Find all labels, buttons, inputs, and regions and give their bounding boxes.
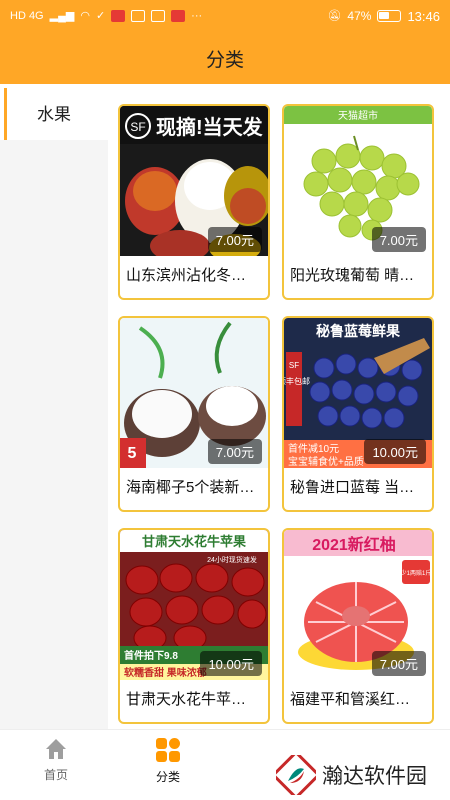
battery-icon <box>377 10 402 22</box>
page-title: 分类 <box>205 49 244 71</box>
product-grid: SF 现摘!当天发 7.00元 山东滨州沾化冬… 天猫超市 7.00元 阳光玫瑰… <box>108 84 450 729</box>
category-grid-icon <box>156 738 180 762</box>
product-title: 福建平和管溪红… <box>290 691 411 708</box>
home-icon <box>46 739 66 759</box>
product-card[interactable]: 天猫超市 7.00元 阳光玫瑰葡萄 晴… <box>282 104 434 300</box>
product-title: 甘肃天水花牛苹… <box>126 691 247 708</box>
image-banner-text: 2021新红柚 <box>312 535 396 554</box>
product-card[interactable]: SF 现摘!当天发 7.00元 山东滨州沾化冬… <box>118 104 270 300</box>
product-image: 天猫超市 7.00元 <box>284 106 432 256</box>
category-sidebar: 水果 <box>0 84 108 729</box>
guarantee-badge: 少1两赔1斤 <box>401 569 432 577</box>
product-title: 阳光玫瑰葡萄 晴… <box>290 267 415 284</box>
app-notification-icon <box>171 10 186 22</box>
app-notification-icon <box>131 10 146 22</box>
product-card[interactable]: 秘鲁蓝莓鲜果 SF 顺丰包邮 首件减10元 宝宝辅食优+品质 10.00元 秘鲁… <box>282 316 434 512</box>
image-banner-text: 甘肃天水花牛苹果 <box>142 534 246 549</box>
price-tag: 7.00元 <box>207 439 262 464</box>
battery-percent: 47% <box>347 9 372 23</box>
wifi-icon: ◠ <box>80 10 90 22</box>
image-subtext: 24小时现货速发 <box>207 555 257 564</box>
mute-icon: 🔕︎ <box>327 10 342 22</box>
product-image: SF 现摘!当天发 7.00元 <box>120 106 268 256</box>
price-tag: 10.00元 <box>200 651 262 676</box>
promo-text: 首件减10元 <box>288 442 339 455</box>
sf-badge: SF <box>289 361 299 370</box>
promo-subtext: 软糯香甜 果味浓郁 <box>124 666 207 679</box>
product-card[interactable]: 甘肃天水花牛苹果 24小时现货速发 首件拍下9.8 软糯香甜 果味浓郁 10.0… <box>118 528 270 724</box>
more-notifications-icon: ··· <box>191 10 203 22</box>
image-banner-text: 天猫超市 <box>338 109 378 122</box>
image-banner-text: 秘鲁蓝莓鲜果 <box>316 323 401 339</box>
image-banner-text: 现摘!当天发 <box>156 115 264 139</box>
sidebar-item-fruit[interactable]: 水果 <box>0 84 108 140</box>
watermark-text: 瀚达软件园 <box>322 764 427 788</box>
status-left: HD 4G ▂▄▆ ◠ ✓ ··· <box>10 10 202 22</box>
sidebar-item-label: 水果 <box>37 104 71 124</box>
product-image: 秘鲁蓝莓鲜果 SF 顺丰包邮 首件减10元 宝宝辅食优+品质 10.00元 <box>284 318 432 468</box>
app-header: 分类 <box>0 32 450 84</box>
image-badge-text: 5 <box>128 445 137 462</box>
product-card[interactable]: 5 7.00元 海南椰子5个装新… <box>118 316 270 512</box>
price-tag: 7.00元 <box>371 227 426 252</box>
tab-label: 首页 <box>43 768 68 782</box>
product-image: 甘肃天水花牛苹果 24小时现货速发 首件拍下9.8 软糯香甜 果味浓郁 10.0… <box>120 530 268 680</box>
product-image: 5 7.00元 <box>120 318 268 468</box>
signal-icon: ▂▄▆ <box>49 10 75 22</box>
sf-badge: SF <box>130 120 145 134</box>
network-type-label: HD 4G <box>10 10 44 22</box>
tab-category[interactable]: 分类 <box>112 736 224 796</box>
tab-label: 分类 <box>155 770 180 784</box>
status-bar: HD 4G ▂▄▆ ◠ ✓ ··· 🔕︎ 47% 13:46 <box>0 0 450 32</box>
app-notification-icon: ✓ <box>95 10 106 22</box>
status-right: 🔕︎ 47% 13:46 <box>327 9 440 24</box>
clock: 13:46 <box>407 8 440 24</box>
free-shipping-label: 顺丰包邮 <box>284 376 310 386</box>
tab-home[interactable]: 首页 <box>0 736 112 796</box>
product-title: 山东滨州沾化冬… <box>126 267 247 284</box>
price-tag: 7.00元 <box>207 227 262 252</box>
promo-text: 首件拍下9.8 <box>124 649 178 662</box>
promo-subtext: 宝宝辅食优+品质 <box>288 455 364 468</box>
price-tag: 10.00元 <box>364 439 426 464</box>
brand-logo-icon <box>276 755 316 795</box>
watermark: 瀚达软件园 <box>272 752 442 798</box>
product-title: 海南椰子5个装新… <box>126 479 255 496</box>
product-title: 秘鲁进口蓝莓 当… <box>290 479 415 496</box>
product-image: 2021新红柚 少1两赔1斤 7.00元 <box>284 530 432 680</box>
app-notification-icon <box>111 10 126 22</box>
price-tag: 7.00元 <box>371 651 426 676</box>
product-card[interactable]: 2021新红柚 少1两赔1斤 7.00元 福建平和管溪红… <box>282 528 434 724</box>
app-notification-icon <box>151 10 166 22</box>
